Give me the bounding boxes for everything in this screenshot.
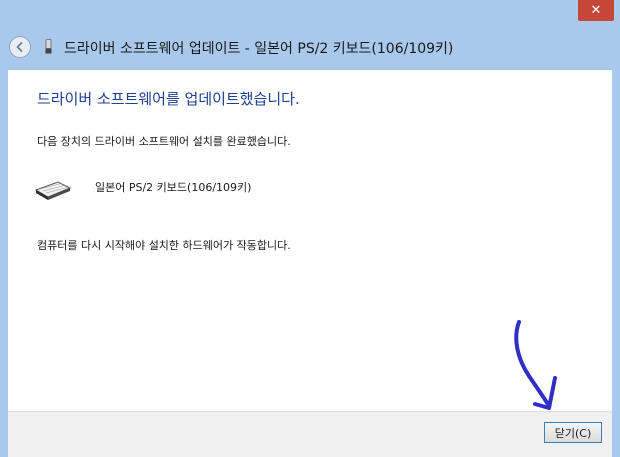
close-icon: ✕ (590, 3, 602, 18)
window-title: 드라이버 소프트웨어 업데이트 - 일본어 PS/2 키보드(106/109키) (64, 41, 454, 57)
footer-bar: 닫기(C) (8, 411, 612, 457)
restart-message: 컴퓨터를 다시 시작해야 설치한 하드웨어가 작동합니다. (37, 239, 291, 252)
device-entry: 일본어 PS/2 키보드(106/109키) (34, 175, 434, 205)
back-button[interactable] (9, 36, 31, 58)
keyboard-icon (34, 181, 72, 200)
close-button[interactable]: 닫기(C) (544, 422, 602, 443)
window-close-button[interactable]: ✕ (578, 0, 614, 21)
title-bar: ✕ 드라이버 소프트웨어 업데이트 - 일본어 PS/2 키보드(106/109… (0, 0, 620, 70)
device-icon (45, 39, 52, 54)
completion-description: 다음 장치의 드라이버 소프트웨어 설치를 완료했습니다. (37, 135, 291, 148)
back-arrow-icon (16, 42, 23, 52)
page-title: 드라이버 소프트웨어를 업데이트했습니다. (37, 90, 300, 108)
driver-update-window: ✕ 드라이버 소프트웨어 업데이트 - 일본어 PS/2 키보드(106/109… (0, 0, 620, 457)
device-name: 일본어 PS/2 키보드(106/109키) (95, 181, 252, 194)
content-panel: 드라이버 소프트웨어를 업데이트했습니다. 다음 장치의 드라이버 소프트웨어 … (8, 70, 612, 411)
